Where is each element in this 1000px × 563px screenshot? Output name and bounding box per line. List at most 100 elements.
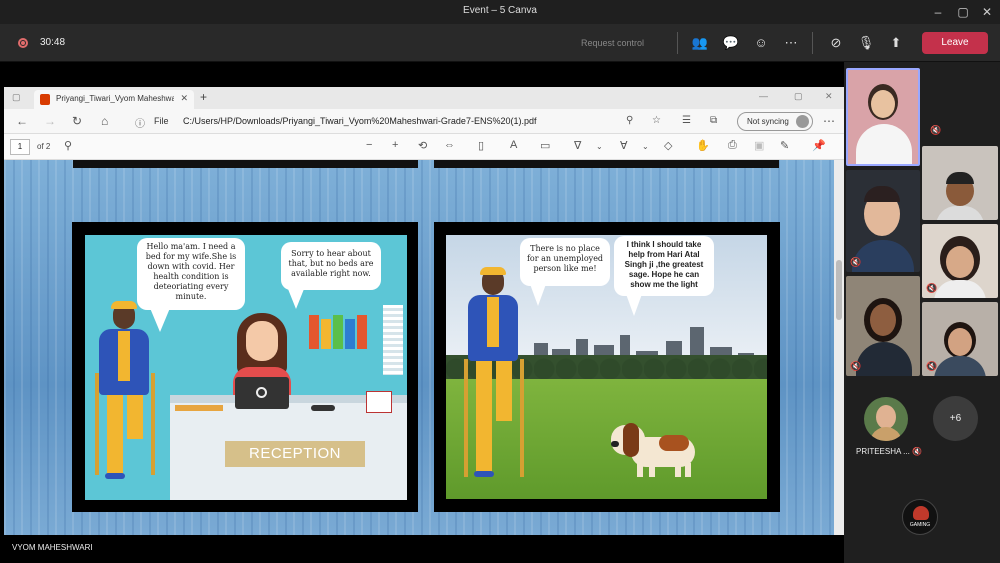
browser-menu-icon[interactable]: ⋯ bbox=[823, 114, 835, 128]
participant-tile[interactable] bbox=[922, 146, 998, 220]
zoom-in-icon[interactable]: + bbox=[392, 139, 398, 151]
tab-title: Priyangi_Tiwari_Vyom Maheshwari bbox=[56, 94, 174, 103]
mic-off-icon: 🔇 bbox=[912, 447, 922, 456]
save-icon[interactable]: ▣ bbox=[754, 139, 764, 152]
desk-items bbox=[175, 405, 223, 411]
sync-label: Not syncing bbox=[747, 117, 789, 126]
chat-icon[interactable]: 💬 bbox=[722, 34, 740, 52]
more-participants-button[interactable]: +6 bbox=[933, 396, 978, 441]
toolbar-divider bbox=[677, 32, 678, 54]
info-icon[interactable]: ⓘ bbox=[135, 115, 145, 130]
zoom-icon[interactable]: ⚲ bbox=[626, 115, 633, 126]
bubble-tail bbox=[288, 289, 304, 309]
leave-label: Leave bbox=[941, 37, 969, 48]
highlight-icon[interactable]: ∀ bbox=[620, 139, 628, 152]
participant-avatar[interactable] bbox=[864, 397, 908, 441]
man-figure bbox=[95, 301, 155, 483]
participant-tile[interactable]: 🔇 bbox=[922, 224, 998, 298]
reactions-icon[interactable]: ☺ bbox=[752, 34, 770, 52]
pdf-file-icon bbox=[40, 94, 50, 105]
sync-button[interactable]: Not syncing bbox=[737, 112, 813, 131]
laptop-logo-icon bbox=[256, 387, 267, 398]
mic-off-icon: 🔇 bbox=[926, 283, 938, 293]
participant-tile[interactable]: 🔇 bbox=[922, 302, 998, 376]
dog-figure bbox=[609, 421, 701, 479]
tab-actions-icon[interactable]: ▢ bbox=[12, 92, 21, 103]
home-icon[interactable]: ⌂ bbox=[101, 114, 108, 128]
fit-page-icon[interactable]: ⇔ bbox=[444, 139, 455, 151]
page-number-input[interactable]: 1 bbox=[10, 139, 30, 155]
touch-icon[interactable]: ✋ bbox=[696, 139, 710, 152]
binders-shelf bbox=[305, 309, 375, 349]
mic-off-icon[interactable]: 🎙 bbox=[857, 34, 875, 52]
profile-avatar bbox=[796, 115, 809, 128]
browser-close-icon[interactable]: ✕ bbox=[825, 91, 833, 102]
speech-bubble-right: I think I should take help from Hari Ata… bbox=[614, 236, 714, 296]
toolbar-divider bbox=[812, 32, 813, 54]
camera-off-icon[interactable]: ⊘ bbox=[827, 34, 845, 52]
bubble-tail bbox=[530, 284, 546, 306]
chevron-down-icon[interactable]: ⌄ bbox=[642, 142, 649, 151]
mic-off-icon: 🔇 bbox=[850, 257, 862, 267]
search-icon[interactable]: ⚲ bbox=[64, 139, 72, 152]
pdf-scrollbar[interactable] bbox=[834, 160, 844, 535]
new-tab-icon[interactable]: + bbox=[200, 90, 207, 104]
page-view-icon[interactable]: ▯ bbox=[478, 139, 484, 152]
browser-tab-bar: ▢ Priyangi_Tiwari_Vyom Maheshwari ✕ + — … bbox=[4, 87, 844, 109]
scroll-thumb[interactable] bbox=[836, 260, 842, 320]
team-logo: GAMING bbox=[902, 499, 938, 535]
speech-bubble-left: There is no place for an unemployed pers… bbox=[520, 238, 610, 286]
collections-icon[interactable]: ⧉ bbox=[710, 115, 717, 126]
text-icon[interactable]: ▭ bbox=[540, 139, 550, 152]
participant-tile-active-speaker[interactable] bbox=[846, 68, 920, 166]
browser-maximize-icon[interactable]: ▢ bbox=[794, 91, 803, 102]
more-options-icon[interactable]: ⋯ bbox=[782, 34, 800, 52]
comic-frame-top bbox=[434, 160, 779, 168]
back-icon[interactable]: ← bbox=[16, 114, 28, 128]
url-field[interactable]: C:/Users/HP/Downloads/Priyangi_Tiwari_Vy… bbox=[183, 116, 536, 126]
meeting-timer: 30:48 bbox=[40, 37, 66, 48]
reception-sign: RECEPTION bbox=[225, 441, 365, 467]
recording-icon bbox=[18, 38, 28, 48]
file-label: File bbox=[154, 116, 169, 126]
window-blinds bbox=[383, 305, 403, 375]
rotate-icon[interactable]: ⟲ bbox=[418, 139, 427, 152]
minimize-icon[interactable]: – bbox=[928, 3, 948, 21]
refresh-icon[interactable]: ↻ bbox=[72, 114, 82, 128]
save-as-icon[interactable]: ✎ bbox=[780, 139, 789, 152]
browser-tab[interactable]: Priyangi_Tiwari_Vyom Maheshwari ✕ bbox=[34, 90, 194, 109]
erase-icon[interactable]: ◇ bbox=[664, 139, 672, 152]
participant-tile[interactable]: 🔇 bbox=[846, 276, 920, 376]
people-icon[interactable]: 👥 bbox=[691, 34, 709, 52]
close-icon[interactable]: ✕ bbox=[977, 3, 997, 21]
read-aloud-icon[interactable]: A bbox=[510, 139, 517, 151]
close-tab-icon[interactable]: ✕ bbox=[180, 93, 188, 104]
man-figure bbox=[464, 267, 524, 489]
zoom-out-icon[interactable]: − bbox=[366, 139, 372, 151]
pin-toolbar-icon[interactable]: 📌 bbox=[812, 139, 826, 152]
presenter-name: VYOM MAHESHWARI bbox=[12, 543, 93, 552]
stapler bbox=[311, 405, 335, 411]
presenter-label: VYOM MAHESHWARI bbox=[4, 538, 204, 558]
favorites-icon[interactable]: ☰ bbox=[682, 115, 691, 126]
request-control-button[interactable]: Request control bbox=[581, 38, 644, 48]
forward-icon[interactable]: → bbox=[44, 114, 56, 128]
print-icon[interactable]: ⎙ bbox=[728, 139, 737, 152]
mic-off-icon: 🔇 bbox=[930, 125, 942, 135]
participant-tile-audio[interactable]: 🔇 bbox=[922, 68, 998, 142]
chevron-down-icon[interactable]: ⌄ bbox=[596, 142, 603, 151]
participant-tile[interactable]: 🔇 bbox=[846, 170, 920, 272]
draw-icon[interactable]: ∇ bbox=[574, 139, 581, 152]
favorite-add-icon[interactable]: ☆ bbox=[652, 115, 661, 126]
pdf-toolbar: 1 of 2 ⚲ − + ⟲ ⇔ ▯ A ▭ ∇ ⌄ ∀ ⌄ ◇ ✋ ⎙ ▣ ✎… bbox=[4, 134, 844, 160]
leave-button[interactable]: Leave bbox=[922, 32, 988, 54]
bubble-tail bbox=[626, 294, 642, 316]
meeting-toolbar: 30:48 Request control 👥 💬 ☺ ⋯ ⊘ 🎙 ⬆ Leav… bbox=[0, 24, 1000, 62]
calendar-icon bbox=[366, 391, 392, 413]
share-screen-icon[interactable]: ⬆ bbox=[887, 34, 905, 52]
browser-minimize-icon[interactable]: — bbox=[759, 91, 768, 101]
speech-bubble-man: Hello ma'am. I need a bed for my wife.Sh… bbox=[137, 238, 245, 310]
maximize-icon[interactable]: ▢ bbox=[953, 3, 973, 21]
address-bar: ← → ↻ ⌂ ⓘ File C:/Users/HP/Downloads/Pri… bbox=[4, 109, 844, 134]
receptionist-face bbox=[246, 321, 278, 361]
